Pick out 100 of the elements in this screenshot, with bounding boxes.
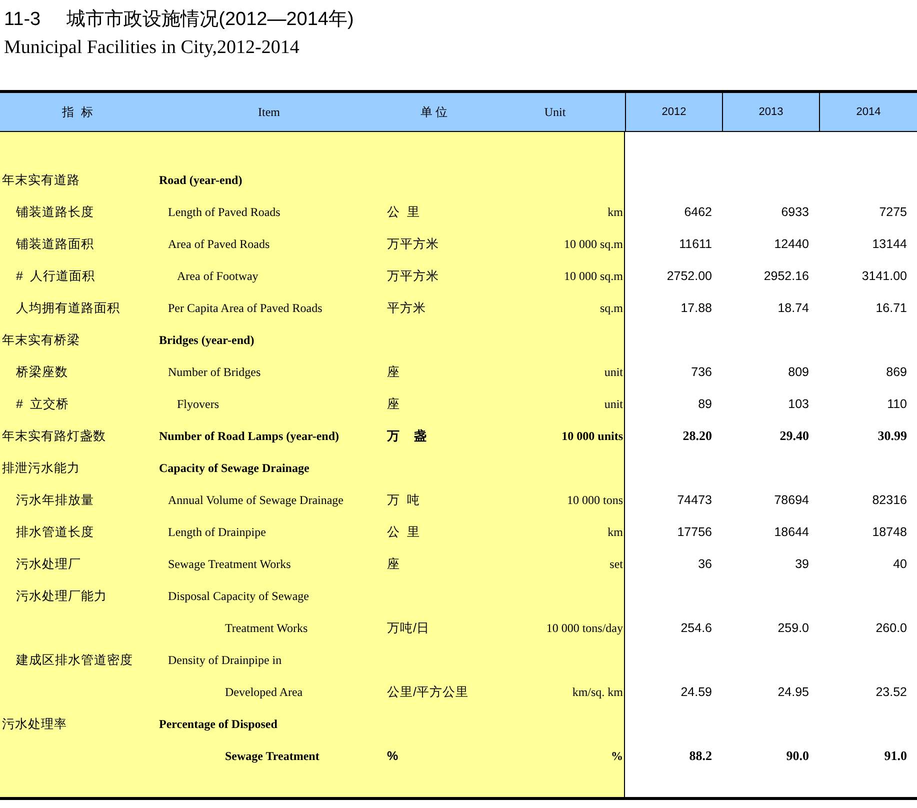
table-cell-text: 103: [788, 396, 809, 413]
table-cell-text: 36: [698, 556, 712, 573]
table-cell-text: 2952.16: [764, 268, 809, 285]
table-cell-text: 18644: [774, 524, 809, 541]
item-label: Bridges (year-end): [159, 332, 254, 349]
indicator-label: 排泄污水能力: [2, 460, 80, 477]
item-label: Number of Road Lamps (year-end): [159, 428, 339, 445]
table-cell-text: 88.2: [689, 747, 712, 766]
item-label: Length of Paved Roads: [168, 204, 280, 221]
unit-label: 万吨/日: [387, 620, 430, 637]
item-label: Sewage Treatment: [225, 748, 320, 765]
column-header: Unit: [544, 104, 566, 121]
item-label: Density of Drainpipe in: [168, 652, 282, 669]
item-label: Per Capita Area of Paved Roads: [168, 300, 322, 317]
indicator-label: 污水处理厂: [16, 556, 81, 573]
table-title: 城市市政设施情况(2012—2014年): [66, 8, 354, 32]
table-cell-text: 28.20: [682, 427, 712, 446]
item-label: Area of Footway: [177, 268, 258, 285]
column-header: 2014: [856, 104, 881, 120]
item-label: Road (year-end): [159, 172, 242, 189]
table-cell-text: 29.40: [780, 427, 809, 446]
unit-label: km: [608, 524, 623, 541]
indicator-label: 排水管道长度: [16, 524, 94, 541]
indicator-label: 铺装道路长度: [16, 204, 94, 221]
indicator-label: # 立交桥: [16, 396, 69, 413]
table-cell-text: 24.95: [778, 684, 809, 701]
table-cell-text: 91.0: [884, 747, 907, 766]
column-header: 2012: [662, 104, 686, 120]
item-label: Treatment Works: [225, 620, 308, 637]
indicator-label: 桥梁座数: [16, 364, 68, 381]
table-cell-text: 89: [698, 396, 712, 413]
table-cell-text: 869: [886, 364, 907, 381]
table-cell-text: 7275: [879, 204, 907, 221]
unit-label: 10 000 sq.m: [564, 236, 623, 253]
unit-label: 座: [387, 364, 400, 381]
indicator-label: 污水处理率: [2, 716, 67, 733]
indicator-label: # 人行道面积: [16, 268, 95, 285]
table-cell-text: 254.6: [680, 620, 712, 637]
column-header: 单 位: [420, 104, 448, 121]
column-header: Item: [258, 104, 280, 121]
table-cell-text: 110: [887, 396, 907, 413]
unit-label: 公里/平方公里: [387, 684, 468, 701]
unit-label: %: [611, 748, 623, 765]
indicator-label: 铺装道路面积: [16, 236, 94, 253]
unit-label: 万 盏: [387, 428, 427, 445]
item-label: Length of Drainpipe: [168, 524, 266, 541]
unit-label: 万平方米: [387, 268, 439, 285]
unit-label: 座: [387, 556, 400, 573]
unit-label: 公 里: [387, 204, 420, 221]
item-label: Flyovers: [177, 396, 219, 413]
table-cell-text: 6933: [781, 204, 809, 221]
table-cell-text: 809: [788, 364, 809, 381]
table-cell-text: 82316: [872, 492, 907, 509]
unit-label: 座: [387, 396, 400, 413]
table-cell-text: 23.52: [876, 684, 907, 701]
unit-label: km/sq. km: [572, 684, 623, 701]
table-cell-text: 3141.00: [862, 268, 907, 285]
unit-label: %: [387, 748, 398, 765]
item-label: Area of Paved Roads: [168, 236, 270, 253]
table-cell-text: 40: [893, 556, 907, 573]
indicator-label: 污水处理厂能力: [16, 588, 107, 605]
table-cell-text: 16.71: [876, 300, 907, 317]
table-cell-text: 24.59: [680, 684, 712, 701]
table-cell-text: 18.74: [778, 300, 809, 317]
table-cell-text: 17756: [677, 524, 712, 541]
indicator-label: 年末实有路灯盏数: [2, 428, 106, 445]
item-label: Percentage of Disposed: [159, 716, 278, 733]
item-label: Developed Area: [225, 684, 303, 701]
unit-label: 万平方米: [387, 236, 439, 253]
unit-label: km: [608, 204, 623, 221]
table-cell-text: 74473: [677, 492, 712, 509]
unit-label: 10 000 tons: [566, 492, 623, 509]
indicator-label: 年末实有桥梁: [2, 332, 80, 349]
unit-label: 10 000 sq.m: [564, 268, 623, 285]
unit-label: unit: [604, 364, 623, 381]
indicator-label: 建成区排水管道密度: [16, 652, 133, 669]
table-number: 11-3: [4, 8, 41, 32]
column-header: 指 标: [62, 104, 93, 121]
table-cell-text: 12440: [774, 236, 809, 253]
table-cell-text: 736: [691, 364, 712, 381]
item-label: Capacity of Sewage Drainage: [159, 460, 310, 477]
item-label: Annual Volume of Sewage Drainage: [168, 492, 344, 509]
item-label: Number of Bridges: [168, 364, 261, 381]
unit-label: unit: [604, 396, 623, 413]
table-cell-text: 260.0: [876, 620, 907, 637]
table-cell-text: 18748: [872, 524, 907, 541]
item-label: Disposal Capacity of Sewage: [168, 588, 309, 605]
item-label: Sewage Treatment Works: [168, 556, 291, 573]
table-cell-text: 78694: [774, 492, 809, 509]
unit-label: 10 000 units: [562, 428, 623, 445]
unit-label: sq.m: [600, 300, 623, 317]
table-subtitle: Municipal Facilities in City,2012-2014: [4, 37, 300, 58]
table-cell-text: 2752.00: [666, 268, 712, 285]
table-cell-text: 17.88: [680, 300, 712, 317]
unit-label: 平方米: [387, 300, 426, 317]
table-cell-text: 90.0: [786, 747, 809, 766]
table-cell-text: 6462: [684, 204, 712, 221]
column-header: 2013: [758, 104, 784, 120]
table-cell-text: 11611: [679, 236, 712, 253]
indicator-label: 污水年排放量: [16, 492, 94, 509]
